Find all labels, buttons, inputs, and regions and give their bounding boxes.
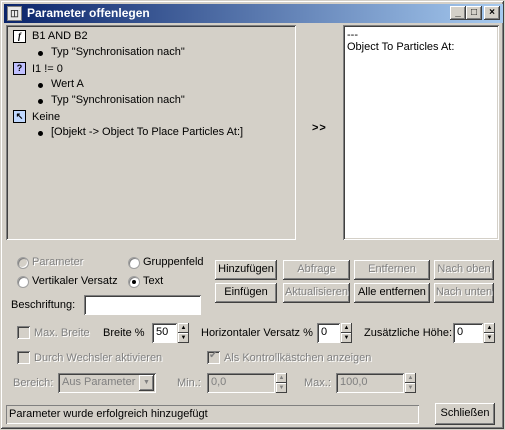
list-item[interactable]: --- xyxy=(347,29,358,41)
max-breite-label: Max. Breite xyxy=(34,327,90,339)
als-kontroll-checkbox[interactable] xyxy=(207,350,220,364)
schliessen-button[interactable]: Schließen xyxy=(435,403,495,425)
breite-label: Breite % xyxy=(103,327,145,339)
aktualisieren-button[interactable]: Aktualisieren xyxy=(283,283,350,303)
tree-node[interactable]: Keine xyxy=(32,111,60,123)
tree-node[interactable]: B1 AND B2 xyxy=(32,30,88,42)
tree-node[interactable]: I1 != 0 xyxy=(32,63,63,75)
exposed-parameters-list[interactable]: --- Object To Particles At: xyxy=(343,25,499,240)
vertikaler-versatz-radio[interactable] xyxy=(17,276,29,288)
zusaetzliche-hoehe-input[interactable]: 0 xyxy=(453,323,483,343)
vertikaler-versatz-label: Vertikaler Versatz xyxy=(32,275,118,287)
durch-wechsler-label: Durch Wechsler aktivieren xyxy=(34,352,163,364)
hversatz-input[interactable]: 0 xyxy=(317,323,340,343)
bereich-label: Bereich: xyxy=(13,377,54,389)
maximize-button[interactable]: □ xyxy=(466,6,482,20)
bullet-icon xyxy=(38,131,43,136)
parameter-tree[interactable]: f B1 AND B2 Typ "Synchronisation nach" ?… xyxy=(6,25,296,240)
einfuegen-button[interactable]: Einfügen xyxy=(215,283,277,303)
abfrage-button[interactable]: Abfrage xyxy=(283,260,350,280)
tree-leaf[interactable]: Typ "Synchronisation nach" xyxy=(51,94,185,106)
bereich-dropdown[interactable]: Aus Parameter ▼ xyxy=(58,373,156,393)
hversatz-label: Horizontaler Versatz % xyxy=(201,327,313,339)
move-right-button[interactable]: >> xyxy=(312,122,327,134)
tree-leaf[interactable]: Typ "Synchronisation nach" xyxy=(51,46,185,58)
bullet-icon xyxy=(38,83,43,88)
zusaetzliche-hoehe-label: Zusätzliche Höhe: xyxy=(364,327,453,339)
dialog-window: ◫ Parameter offenlegen _ □ × f B1 AND B2… xyxy=(0,0,505,430)
text-radio[interactable] xyxy=(128,276,140,288)
bullet-icon xyxy=(38,99,43,104)
nach-unten-button[interactable]: Nach unten xyxy=(434,283,494,303)
parameter-label: Parameter xyxy=(32,256,84,268)
max-breite-checkbox[interactable] xyxy=(17,326,30,339)
als-kontroll-label: Als Kontrollkästchen anzeigen xyxy=(224,352,372,364)
minimize-button[interactable]: _ xyxy=(450,6,466,20)
zusaetzliche-hoehe-spinner[interactable]: ▲ ▼ xyxy=(484,323,495,343)
tree-leaf[interactable]: [Objekt -> Object To Place Particles At:… xyxy=(51,126,243,138)
nach-oben-button[interactable]: Nach oben xyxy=(434,260,494,280)
beschriftung-label: Beschriftung: xyxy=(11,299,76,311)
max-input[interactable]: 100,0 xyxy=(336,373,404,393)
durch-wechsler-checkbox[interactable] xyxy=(17,351,30,364)
condition-icon: ? xyxy=(13,62,26,75)
breite-input[interactable]: 50 xyxy=(152,323,177,343)
entfernen-button[interactable]: Entfernen xyxy=(354,260,430,280)
bereich-value: Aus Parameter xyxy=(62,376,136,388)
max-spinner[interactable]: ▲ ▼ xyxy=(405,373,416,393)
list-item[interactable]: Object To Particles At: xyxy=(347,41,454,53)
breite-spinner[interactable]: ▲ ▼ xyxy=(178,323,189,343)
hinzufuegen-button[interactable]: Hinzufügen xyxy=(215,260,277,280)
cursor-icon: ↖ xyxy=(13,110,26,123)
status-bar: Parameter wurde erfolgreich hinzugefügt xyxy=(6,405,419,424)
close-button[interactable]: × xyxy=(484,6,500,20)
hversatz-spinner[interactable]: ▲ ▼ xyxy=(341,323,352,343)
gruppenfeld-label: Gruppenfeld xyxy=(143,256,204,268)
alle-entfernen-button[interactable]: Alle entfernen xyxy=(354,283,430,303)
min-label: Min.: xyxy=(177,377,201,389)
beschriftung-input[interactable] xyxy=(84,295,201,315)
function-icon: f xyxy=(13,30,26,43)
min-spinner[interactable]: ▲ ▼ xyxy=(276,373,287,393)
window-title: Parameter offenlegen xyxy=(27,6,150,20)
gruppenfeld-radio[interactable] xyxy=(128,257,140,269)
parameter-radio[interactable] xyxy=(17,257,29,269)
app-icon: ◫ xyxy=(7,6,22,21)
max-label: Max.: xyxy=(304,377,331,389)
bullet-icon xyxy=(38,51,43,56)
min-input[interactable]: 0,0 xyxy=(207,373,275,393)
title-bar[interactable]: ◫ Parameter offenlegen _ □ × xyxy=(4,4,503,23)
chevron-down-icon[interactable]: ▼ xyxy=(139,375,154,391)
tree-leaf[interactable]: Wert A xyxy=(51,78,84,90)
text-label: Text xyxy=(143,275,164,287)
